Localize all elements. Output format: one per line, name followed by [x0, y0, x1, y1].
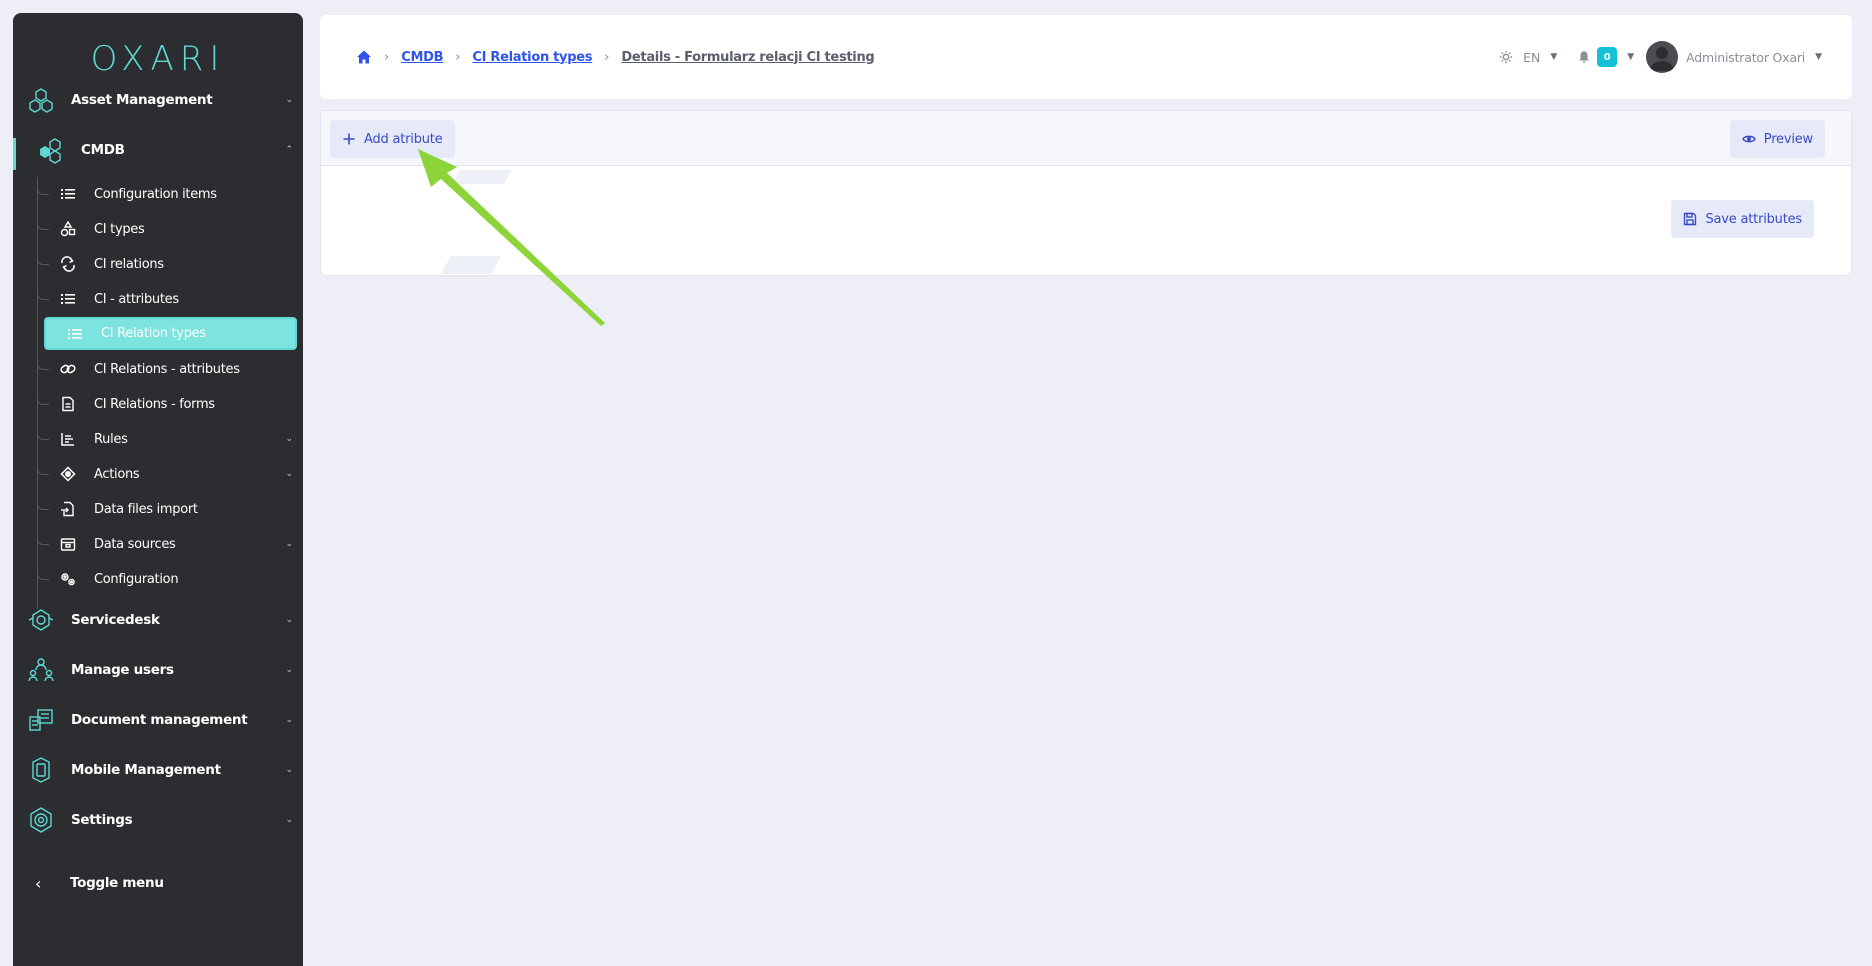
shapes-icon	[60, 221, 76, 237]
sidebar-item-ci-relations-attributes[interactable]: CI Relations - attributes	[37, 354, 297, 384]
sidebar-item-ci-types[interactable]: CI types	[37, 214, 297, 244]
plus-icon	[343, 133, 355, 145]
sidebar-section-asset-management[interactable]: Asset Management ⌄	[13, 80, 303, 120]
save-icon	[1684, 212, 1697, 226]
user-avatar-icon	[1650, 47, 1675, 71]
breadcrumb-ci-relation-types[interactable]: CI Relation types	[472, 50, 592, 65]
sidebar: OXARI Asset Management ⌄ CMDB ⌃ Configur…	[13, 13, 303, 966]
users-icon	[28, 658, 54, 682]
list-icon	[68, 328, 82, 339]
placeholder-shape	[451, 170, 513, 184]
breadcrumb-separator: ›	[604, 49, 610, 65]
chevron-down-icon: ⌄	[285, 95, 293, 105]
settings-icon	[30, 807, 52, 833]
chevron-left-icon: ‹	[35, 874, 42, 893]
caret-down-icon[interactable]: ▼	[1627, 52, 1634, 62]
chevron-down-icon: ⌄	[285, 615, 293, 625]
chevron-down-icon: ⌄	[285, 469, 293, 479]
toggle-menu-button[interactable]: ‹ Toggle menu	[13, 863, 303, 903]
sidebar-item-ci-relations[interactable]: CI relations	[37, 249, 297, 279]
cogs-icon	[61, 573, 75, 586]
caret-down-icon[interactable]: ▼	[1815, 52, 1822, 62]
chevron-up-icon: ⌃	[285, 145, 293, 155]
breadcrumb-separator: ›	[384, 49, 390, 65]
user-name[interactable]: Administrator Oxari	[1686, 50, 1805, 65]
add-attribute-button[interactable]: Add atribute	[330, 120, 455, 158]
sidebar-item-actions[interactable]: Actions ⌄	[37, 459, 297, 489]
document-icon	[29, 709, 53, 731]
theme-icon[interactable]	[1499, 50, 1513, 64]
breadcrumb-current: Details - Formularz relacji CI testing	[621, 49, 875, 65]
sidebar-item-ci-relation-types[interactable]: CI Relation types	[44, 317, 297, 350]
chevron-down-icon: ⌄	[285, 539, 293, 549]
eye-icon	[1741, 135, 1756, 143]
file-icon	[62, 396, 74, 412]
list-icon	[61, 294, 75, 304]
avatar[interactable]	[1646, 41, 1679, 73]
sidebar-item-data-files-import[interactable]: Data files import	[37, 494, 297, 524]
chevron-down-icon: ⌄	[285, 665, 293, 675]
link-icon	[60, 364, 76, 374]
sidebar-section-cmdb[interactable]: CMDB ⌃	[13, 130, 303, 170]
preview-button[interactable]: Preview	[1729, 120, 1825, 158]
caret-down-icon[interactable]: ▼	[1550, 52, 1557, 62]
list-icon	[61, 189, 75, 199]
chevron-down-icon: ⌄	[285, 715, 293, 725]
servicedesk-icon	[28, 609, 54, 631]
subtree-line	[37, 177, 38, 609]
mobile-icon	[32, 757, 50, 783]
language-selector[interactable]: EN	[1523, 50, 1540, 65]
sidebar-item-configuration[interactable]: Configuration	[37, 564, 297, 594]
sidebar-section-mobile-management[interactable]: Mobile Management ⌄	[13, 750, 303, 790]
breadcrumb: › CMDB › CI Relation types › Details - F…	[356, 49, 875, 65]
sidebar-item-ci-attributes[interactable]: CI - attributes	[37, 284, 297, 314]
sidebar-item-rules[interactable]: Rules ⌄	[37, 424, 297, 454]
cmdb-icon	[40, 138, 61, 164]
home-icon[interactable]	[356, 49, 372, 65]
bell-icon[interactable]	[1577, 50, 1591, 64]
attributes-panel: Save attributes	[320, 166, 1852, 276]
breadcrumb-cmdb[interactable]: CMDB	[401, 50, 443, 65]
box-icon	[60, 538, 76, 551]
top-header: › CMDB › CI Relation types › Details - F…	[320, 15, 1852, 99]
notification-badge[interactable]: 0	[1597, 47, 1618, 67]
sidebar-item-data-sources[interactable]: Data sources ⌄	[37, 529, 297, 559]
save-attributes-button[interactable]: Save attributes	[1671, 200, 1814, 238]
chevron-down-icon: ⌄	[285, 765, 293, 775]
header-actions: EN ▼ 0 ▼ Administrator Oxari ▼	[1499, 41, 1822, 73]
chevron-down-icon: ⌄	[285, 434, 293, 444]
sidebar-item-ci-relations-forms[interactable]: CI Relations - forms	[37, 389, 297, 419]
attributes-toolbar: Add atribute Preview	[320, 110, 1852, 166]
swap-icon	[61, 256, 75, 272]
sidebar-section-manage-users[interactable]: Manage users ⌄	[13, 650, 303, 690]
oxari-logo: OXARI	[90, 39, 226, 79]
sidebar-section-settings[interactable]: Settings ⌄	[13, 800, 303, 840]
file-import-icon	[61, 501, 74, 517]
asset-management-icon	[29, 88, 53, 113]
chevron-down-icon: ⌄	[285, 815, 293, 825]
breadcrumb-separator: ›	[455, 49, 461, 65]
target-icon	[60, 466, 76, 482]
chart-icon	[61, 433, 74, 446]
sidebar-section-document-management[interactable]: Document management ⌄	[13, 700, 303, 740]
sidebar-item-configuration-items[interactable]: Configuration items	[37, 179, 297, 209]
placeholder-shape	[440, 256, 502, 274]
sidebar-section-servicedesk[interactable]: Servicedesk ⌄	[13, 600, 303, 640]
